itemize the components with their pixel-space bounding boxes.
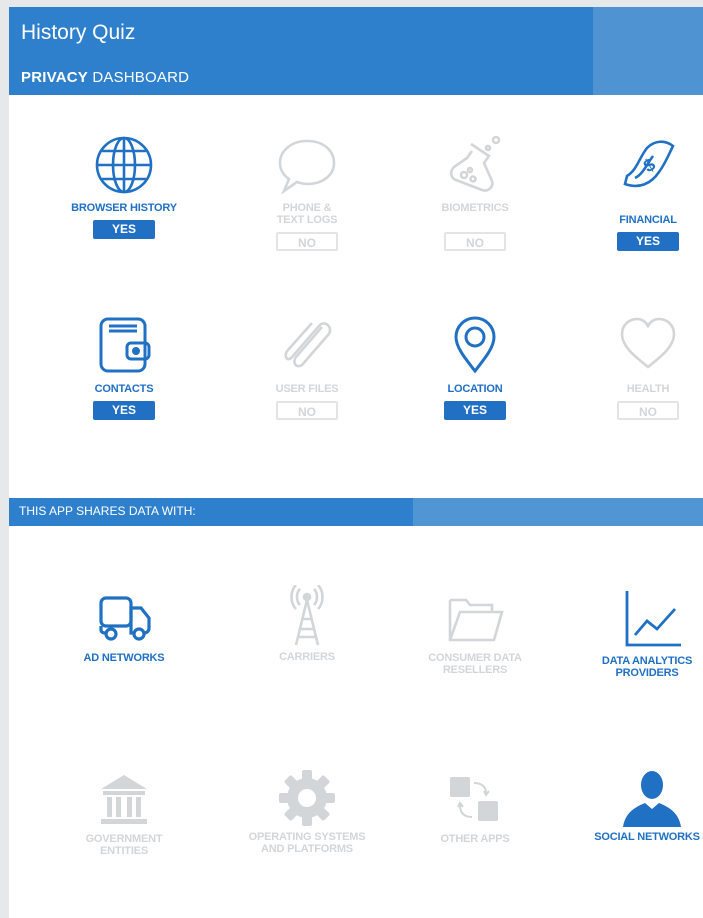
status-badge[interactable]: NO: [276, 232, 338, 251]
globe-icon: [95, 136, 153, 194]
app-exchange-icon: [450, 777, 498, 821]
share-label: AD NETWORKS: [83, 652, 165, 664]
category-location[interactable]: LOCATION YES: [405, 313, 545, 420]
category-label: CONTACTS: [94, 383, 154, 395]
category-contacts[interactable]: CONTACTS YES: [54, 313, 194, 420]
category-health[interactable]: HEALTH NO: [578, 313, 703, 421]
share-label: DATA ANALYTICS PROVIDERS: [601, 655, 693, 679]
category-financial[interactable]: $ FINANCIAL YES: [578, 134, 703, 251]
share-label: OTHER APPS: [440, 833, 510, 845]
share-operating-systems[interactable]: OPERATING SYSTEMS AND PLATFORMS: [237, 767, 377, 855]
share-carriers[interactable]: CARRIERS: [237, 585, 377, 663]
category-label: USER FILES: [275, 383, 339, 395]
share-ad-networks[interactable]: AD NETWORKS: [54, 590, 194, 664]
status-badge[interactable]: YES: [93, 401, 155, 420]
header-highlight: [593, 7, 703, 95]
gear-icon: [279, 770, 335, 826]
truck-icon: [99, 596, 151, 641]
wallet-icon: [99, 317, 151, 373]
category-label: PHONE & TEXT LOGS: [276, 202, 338, 226]
share-label: GOVERNMENT ENTITIES: [85, 833, 163, 857]
sharing-section-title: THIS APP SHARES DATA WITH:: [19, 504, 196, 518]
share-label: CARRIERS: [279, 651, 335, 663]
map-pin-icon: [454, 316, 496, 374]
folder-icon: [448, 598, 504, 642]
money-bill-icon: $: [623, 140, 675, 188]
status-badge[interactable]: YES: [444, 401, 506, 420]
category-label: BROWSER HISTORY: [71, 202, 177, 214]
category-user-files[interactable]: USER FILES NO: [237, 313, 377, 421]
share-label: OPERATING SYSTEMS AND PLATFORMS: [248, 831, 366, 855]
government-building-icon: [101, 775, 147, 824]
status-badge[interactable]: NO: [617, 401, 679, 420]
dashboard-title: PRIVACY DASHBOARD: [21, 69, 189, 86]
speech-bubble-icon: [278, 139, 336, 195]
header-bar: History Quiz PRIVACY DASHBOARD: [9, 7, 703, 95]
line-chart-icon: [625, 591, 681, 647]
dashboard-title-rest: DASHBOARD: [87, 69, 190, 86]
paperclip-icon: [284, 322, 332, 368]
app-title: History Quiz: [21, 21, 136, 44]
category-phone-text-logs[interactable]: PHONE & TEXT LOGS NO: [237, 134, 377, 252]
share-other-apps[interactable]: OTHER APPS: [405, 773, 545, 845]
status-badge[interactable]: NO: [276, 401, 338, 420]
dashboard-title-bold: PRIVACY: [21, 69, 88, 86]
antenna-icon: [290, 585, 324, 646]
category-label: BIOMETRICS: [441, 202, 509, 214]
status-badge[interactable]: YES: [617, 232, 679, 251]
category-label: HEALTH: [626, 383, 670, 395]
share-label: SOCIAL NETWORKS: [594, 831, 700, 843]
sharing-bar-highlight: [413, 498, 703, 526]
share-data-analytics-providers[interactable]: DATA ANALYTICS PROVIDERS: [582, 587, 703, 679]
category-browser-history[interactable]: BROWSER HISTORY YES: [54, 134, 194, 239]
status-badge[interactable]: NO: [444, 232, 506, 251]
privacy-dashboard-panel: History Quiz PRIVACY DASHBOARD BROWSER H…: [9, 7, 703, 918]
person-icon: [623, 771, 681, 827]
share-consumer-data-resellers[interactable]: CONSUMER DATA RESELLERS: [405, 590, 545, 676]
share-label: CONSUMER DATA RESELLERS: [428, 652, 522, 676]
share-government-entities[interactable]: GOVERNMENT ENTITIES: [54, 773, 194, 857]
sharing-section-bar: THIS APP SHARES DATA WITH:: [9, 498, 703, 526]
flask-icon: [449, 135, 501, 192]
svg-text:$: $: [640, 154, 659, 176]
category-biometrics[interactable]: BIOMETRICS NO: [405, 134, 545, 252]
status-badge[interactable]: YES: [93, 220, 155, 239]
category-label: LOCATION: [447, 383, 503, 395]
heart-icon: [620, 317, 676, 369]
share-social-networks[interactable]: SOCIAL NETWORKS: [582, 767, 703, 843]
category-label: FINANCIAL: [619, 214, 677, 226]
